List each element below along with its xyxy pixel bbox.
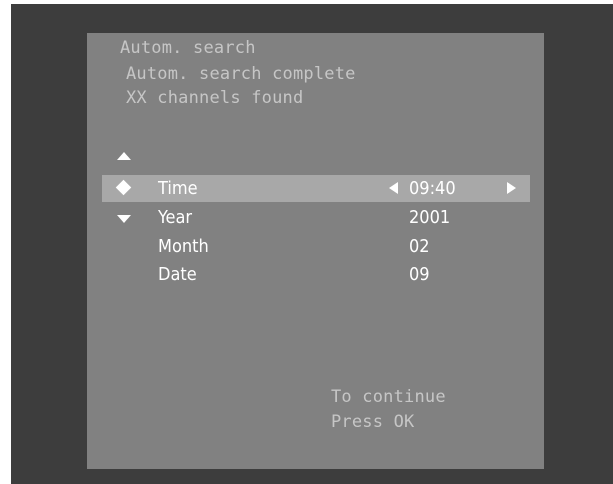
menu-item-year[interactable]: Year 2001	[102, 204, 530, 231]
menu-item-month[interactable]: Month 02	[102, 233, 530, 260]
menu-item-label: Date	[158, 264, 197, 285]
press-ok-hint: Press OK	[331, 412, 415, 432]
menu-item-value: 02	[409, 236, 430, 257]
right-arrow-icon[interactable]	[507, 182, 516, 194]
menu-item-label: Year	[158, 207, 193, 228]
menu-item-date[interactable]: Date 09	[102, 261, 530, 288]
menu-item-time[interactable]: Time 09:40	[102, 175, 530, 202]
osd-panel: Autom. search Autom. search complete XX …	[87, 33, 544, 469]
footer-hint: To continue	[331, 387, 446, 407]
diamond-icon	[115, 179, 132, 196]
triangle-up-icon[interactable]	[117, 152, 131, 160]
menu-item-value: 09	[409, 264, 430, 285]
menu-item-label: Time	[158, 178, 198, 199]
menu-item-value[interactable]: 09:40	[409, 177, 456, 201]
left-arrow-icon[interactable]	[389, 182, 398, 194]
menu-item-value: 2001	[409, 207, 451, 228]
tv-frame: Autom. search Autom. search complete XX …	[11, 4, 613, 484]
status-channels-found: XX channels found	[126, 88, 304, 108]
status-search-complete: Autom. search complete	[126, 64, 356, 84]
header-title: Autom. search	[120, 38, 256, 58]
menu-item-label: Month	[158, 236, 209, 257]
triangle-down-icon[interactable]	[117, 215, 131, 223]
